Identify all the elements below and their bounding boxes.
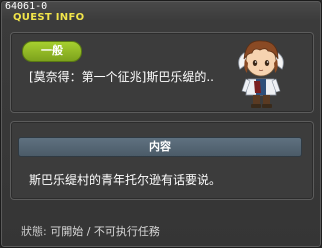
window-title: QUEST INFO [13,12,85,23]
quest-id: 64061-0 [5,1,48,12]
quest-name: [莫奈得：第一个征兆]斯巴乐缇的.. [29,70,214,84]
quest-status: 狀態: 可開始 / 不可执行任務 [21,223,160,239]
npc-portrait-icon [226,29,296,111]
content-description: 斯巴乐缇村的青年托尔逊有话要说。 [29,173,222,187]
status-label: 狀態: [21,225,47,238]
category-badge: 一般 [22,41,82,62]
quest-info-window: 64061-0 QUEST INFO 一般 [莫奈得：第一个征兆]斯巴乐缇的.. [0,0,322,248]
status-value: 可開始 / 不可执行任務 [50,225,160,238]
content-section-header: 内容 [18,137,302,157]
quest-content-panel [10,121,314,200]
